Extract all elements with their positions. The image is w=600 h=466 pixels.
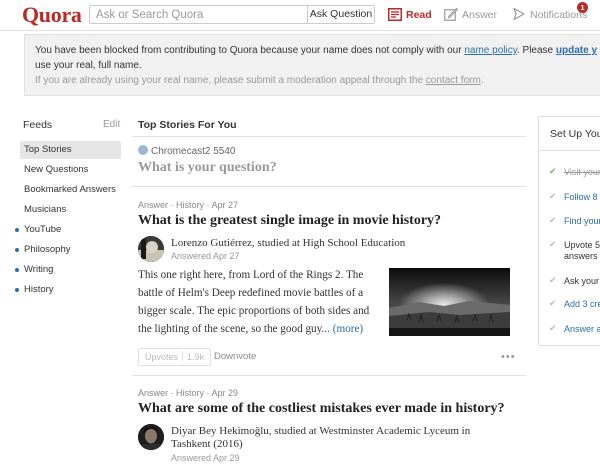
feed-title: Top Stories For You bbox=[138, 119, 237, 131]
story-meta: Answer · History · Apr 29 bbox=[138, 388, 239, 398]
setup-item-visit[interactable]: Visit your bbox=[564, 167, 600, 178]
check-icon: ✔ bbox=[549, 166, 557, 176]
sidebar-item-writing[interactable]: Writing bbox=[15, 261, 121, 281]
divider bbox=[132, 186, 526, 187]
sidebar-item-philosophy[interactable]: Philosophy bbox=[15, 241, 121, 261]
divider bbox=[539, 150, 600, 151]
setup-item-upvote[interactable]: Upvote 5 answers bbox=[564, 240, 600, 262]
check-icon: ✔ bbox=[549, 239, 557, 249]
check-icon: ✔ bbox=[549, 323, 557, 333]
check-icon: ✔ bbox=[549, 215, 557, 225]
divider bbox=[132, 136, 526, 137]
setup-item-add-credentials[interactable]: Add 3 cre bbox=[564, 299, 600, 310]
author-credential[interactable]: Lorenzo Gutiérrez, studied at High Schoo… bbox=[171, 237, 405, 250]
blocked-notice: You have been blocked from contributing … bbox=[24, 34, 600, 96]
more-options-icon[interactable]: ••• bbox=[501, 351, 516, 363]
asker-user[interactable]: Chromecast2 5540 bbox=[138, 145, 236, 159]
author-avatar[interactable] bbox=[138, 424, 164, 450]
feeds-heading: Feeds bbox=[23, 119, 53, 131]
feeds-list: Top Stories New Questions Bookmarked Ans… bbox=[15, 141, 121, 301]
ask-question-button[interactable]: Ask Question bbox=[307, 5, 375, 24]
story-question-link[interactable]: What are some of the costliest mistakes … bbox=[138, 401, 505, 417]
upvote-button[interactable]: Upvotes 1.9k bbox=[138, 348, 212, 366]
pencil-icon bbox=[444, 7, 459, 21]
notifications-icon bbox=[513, 7, 525, 21]
setup-item-ask[interactable]: Ask your bbox=[564, 276, 599, 287]
author-avatar[interactable] bbox=[138, 236, 164, 262]
upvote-count: 1.9k bbox=[187, 352, 205, 362]
sidebar-item-youtube[interactable]: YouTube bbox=[15, 221, 121, 241]
quora-logo[interactable]: Quora bbox=[22, 2, 82, 28]
story-meta: Answer · History · Apr 27 bbox=[138, 200, 239, 210]
nav-answer-label: Answer bbox=[462, 9, 498, 21]
author-photo-icon bbox=[138, 236, 164, 262]
sidebar-item-musicians[interactable]: Musicians bbox=[20, 201, 121, 221]
downvote-button[interactable]: Downvote bbox=[214, 351, 256, 362]
author-photo-icon bbox=[138, 424, 164, 450]
update-name-link[interactable]: update y bbox=[556, 45, 597, 56]
name-policy-link[interactable]: name policy bbox=[464, 45, 517, 56]
notice-line-2: use your real, full name. bbox=[35, 60, 142, 71]
contact-form-link[interactable]: contact form bbox=[426, 75, 481, 86]
nav-read[interactable]: Read bbox=[388, 6, 432, 24]
notice-line-1: You have been blocked from contributing … bbox=[35, 45, 598, 56]
divider bbox=[132, 375, 526, 376]
read-more-link[interactable]: (more) bbox=[333, 323, 363, 335]
answer-thumbnail[interactable] bbox=[389, 268, 510, 336]
notice-line-3: If you are already using your real name,… bbox=[35, 75, 484, 86]
feeds-edit-link[interactable]: Edit bbox=[103, 119, 120, 130]
setup-item-follow[interactable]: Follow 8 n bbox=[564, 192, 600, 203]
sidebar-item-history[interactable]: History bbox=[15, 281, 121, 301]
answered-date: Answered Apr 29 bbox=[171, 453, 240, 463]
sidebar-item-new-questions[interactable]: New Questions bbox=[20, 161, 121, 181]
answered-date: Answered Apr 27 bbox=[171, 251, 240, 261]
asker-name: Chromecast2 5540 bbox=[151, 146, 236, 157]
answer-excerpt: This one right here, from Lord of the Ri… bbox=[138, 269, 370, 335]
author-credential[interactable]: Diyar Bey Hekimoğlu, studied at Westmins… bbox=[171, 425, 470, 451]
nav-notifications[interactable]: Notifications 1 bbox=[512, 2, 588, 24]
setup-your-feed-panel: Set Up You ✔ Visit your ✔ Follow 8 n ✔ F… bbox=[538, 116, 600, 346]
nav-answer[interactable]: Answer bbox=[444, 6, 497, 24]
story-question-link[interactable]: What is the greatest single image in mov… bbox=[138, 213, 441, 229]
setup-item-answer[interactable]: Answer a bbox=[564, 324, 600, 335]
sidebar-item-bookmarked-answers[interactable]: Bookmarked Answers bbox=[20, 181, 121, 201]
ask-question-prompt[interactable]: What is your question? bbox=[138, 160, 277, 176]
search-input[interactable] bbox=[89, 5, 307, 24]
nav-read-label: Read bbox=[406, 9, 432, 21]
top-header: Quora Ask Question Read Answer Notificat… bbox=[0, 0, 600, 31]
user-avatar-icon bbox=[138, 145, 148, 155]
setup-item-find[interactable]: Find your bbox=[564, 216, 600, 227]
check-icon: ✔ bbox=[549, 298, 557, 308]
read-icon bbox=[388, 8, 402, 21]
sidebar-item-top-stories[interactable]: Top Stories bbox=[20, 141, 121, 159]
upvote-label: Upvotes bbox=[145, 352, 179, 362]
check-icon: ✔ bbox=[549, 275, 557, 285]
check-icon: ✔ bbox=[549, 191, 557, 201]
notification-count-badge: 1 bbox=[577, 2, 588, 13]
battle-scene-image bbox=[389, 268, 510, 336]
setup-panel-title: Set Up You bbox=[550, 128, 600, 140]
